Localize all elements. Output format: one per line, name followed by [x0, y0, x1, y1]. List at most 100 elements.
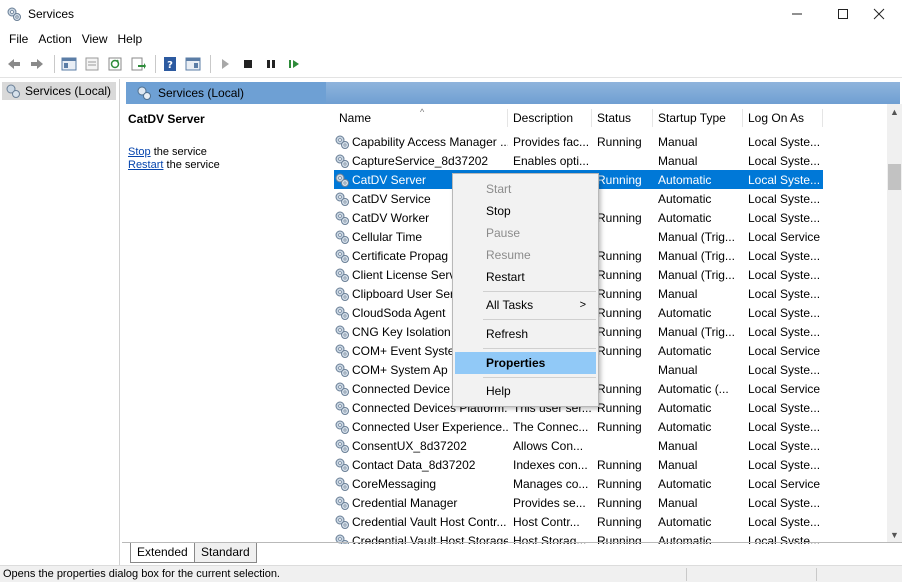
service-description: Host Contr... [513, 514, 580, 529]
service-startup-type: Automatic [658, 476, 712, 491]
export-list-button[interactable] [128, 54, 148, 74]
stop-icon [244, 59, 252, 68]
show-hide-action-pane-button[interactable] [183, 54, 203, 74]
service-name: CatDV Service [352, 191, 431, 206]
column-header-description[interactable]: Description [508, 106, 592, 130]
scroll-up-arrow-icon[interactable]: ▲ [887, 104, 902, 119]
service-row[interactable]: Capability Access Manager ... Provides fa… [334, 132, 823, 151]
start-service-button[interactable] [215, 54, 235, 74]
service-status: Running [597, 457, 642, 472]
service-log-on-as: Local Syste... [748, 134, 821, 149]
restart-service-link[interactable]: Restart [128, 159, 163, 171]
stop-service-button[interactable] [238, 54, 258, 74]
service-log-on-as: Local Service [748, 381, 821, 396]
refresh-toolbar-button[interactable] [105, 54, 125, 74]
restart-service-button[interactable] [284, 54, 304, 74]
service-log-on-as: Local Service [748, 343, 821, 358]
service-startup-type: Manual [658, 438, 698, 453]
column-header-name[interactable]: ^ Name [334, 106, 508, 130]
forward-button[interactable] [27, 54, 47, 74]
service-name: CatDV Worker [352, 210, 430, 225]
context-menu-restart[interactable]: Restart [455, 266, 596, 288]
console-tree-icon [61, 57, 77, 70]
pause-service-button[interactable] [261, 54, 281, 74]
service-gear-icon [335, 135, 349, 149]
stop-service-link[interactable]: Stop [128, 146, 151, 158]
context-menu-refresh[interactable]: Refresh [455, 323, 596, 345]
service-row[interactable]: Connected User Experience... The Connec..… [334, 417, 823, 436]
menu-file[interactable]: File [4, 28, 33, 50]
service-gear-icon [335, 211, 349, 225]
service-status: Running [597, 495, 642, 510]
service-status: Running [597, 381, 642, 396]
service-name: Contact Data_8d37202 [352, 457, 476, 472]
service-status: Running [597, 248, 642, 263]
column-header-status[interactable]: Status [592, 106, 653, 130]
service-name: CaptureService_8d37202 [352, 153, 489, 168]
restart-service-rest: the service [163, 159, 220, 171]
service-startup-type: Manual (Trig... [658, 324, 735, 339]
back-button[interactable] [4, 54, 24, 74]
service-startup-type: Automatic [658, 172, 712, 187]
service-name: Credential Manager [352, 495, 458, 510]
show-hide-console-tree-button[interactable] [59, 54, 79, 74]
selected-service-name: CatDV Server [128, 112, 205, 126]
status-bar-separator [816, 568, 817, 581]
service-startup-type: Manual (Trig... [658, 267, 735, 282]
scroll-down-arrow-icon[interactable]: ▼ [887, 527, 902, 542]
service-row[interactable]: Credential Manager Provides se... Running M… [334, 493, 823, 512]
menu-view[interactable]: View [77, 28, 113, 50]
tab-standard[interactable]: Standard [194, 543, 257, 563]
context-menu-all-tasks[interactable]: All Tasks > [455, 294, 596, 316]
minimize-icon [792, 13, 802, 15]
vertical-scrollbar[interactable]: ▲ ▼ [887, 104, 902, 542]
service-row[interactable]: Contact Data_8d37202 Indexes con... Runnin… [334, 455, 823, 474]
help-toolbar-button[interactable]: ? [160, 54, 180, 74]
properties-toolbar-button[interactable] [82, 54, 102, 74]
menu-help[interactable]: Help [113, 28, 148, 50]
minimize-button[interactable] [774, 0, 820, 28]
column-header-log-on-as[interactable]: Log On As [743, 106, 823, 130]
service-log-on-as: Local Syste... [748, 248, 821, 263]
service-gear-icon [335, 496, 349, 510]
service-gear-icon [335, 363, 349, 377]
service-gear-icon [335, 268, 349, 282]
service-row[interactable]: CaptureService_8d37202 Enables opti... Man… [334, 151, 823, 170]
service-status: Running [597, 419, 642, 434]
service-startup-type: Automatic [658, 419, 712, 434]
service-name: Certificate Propag [352, 248, 449, 263]
tree-item-services-local[interactable]: Services (Local) [2, 82, 116, 100]
context-menu-start[interactable]: Start [455, 178, 596, 200]
service-row[interactable]: Credential Vault Host Contr... Host Contr… [334, 512, 823, 531]
toolbar-separator [210, 54, 211, 73]
service-gear-icon [335, 401, 349, 415]
context-menu-properties[interactable]: Properties [455, 352, 596, 374]
column-header-label: Name [339, 111, 372, 125]
close-button[interactable] [856, 0, 902, 28]
service-name-cell: Contact Data_8d37202 [334, 457, 508, 473]
context-menu-all-tasks-label: All Tasks [486, 298, 534, 312]
tab-extended[interactable]: Extended [130, 543, 195, 563]
window-title: Services [28, 7, 75, 21]
column-header-startup-type[interactable]: Startup Type [653, 106, 743, 130]
service-row[interactable]: CoreMessaging Manages co... Running Automat… [334, 474, 823, 493]
view-tabs: Extended Standard [122, 542, 902, 564]
context-menu-resume[interactable]: Resume [455, 244, 596, 266]
service-status: Running [597, 324, 642, 339]
column-header-label: Log On As [748, 111, 805, 125]
service-status: Running [597, 210, 642, 225]
service-log-on-as: Local Service [748, 476, 821, 491]
context-menu-help[interactable]: Help [455, 380, 596, 402]
service-row[interactable]: ConsentUX_8d37202 Allows Con... Manual Loca… [334, 436, 823, 455]
service-startup-type: Manual (Trig... [658, 229, 735, 244]
menu-action[interactable]: Action [33, 28, 76, 50]
close-icon [873, 8, 885, 20]
service-status: Running [597, 400, 642, 415]
scrollbar-thumb[interactable] [888, 164, 901, 190]
service-gear-icon [335, 154, 349, 168]
service-startup-type: Manual [658, 134, 698, 149]
service-gear-icon [335, 306, 349, 320]
context-menu-stop[interactable]: Stop [455, 200, 596, 222]
context-menu-pause[interactable]: Pause [455, 222, 596, 244]
service-gear-icon [335, 192, 349, 206]
